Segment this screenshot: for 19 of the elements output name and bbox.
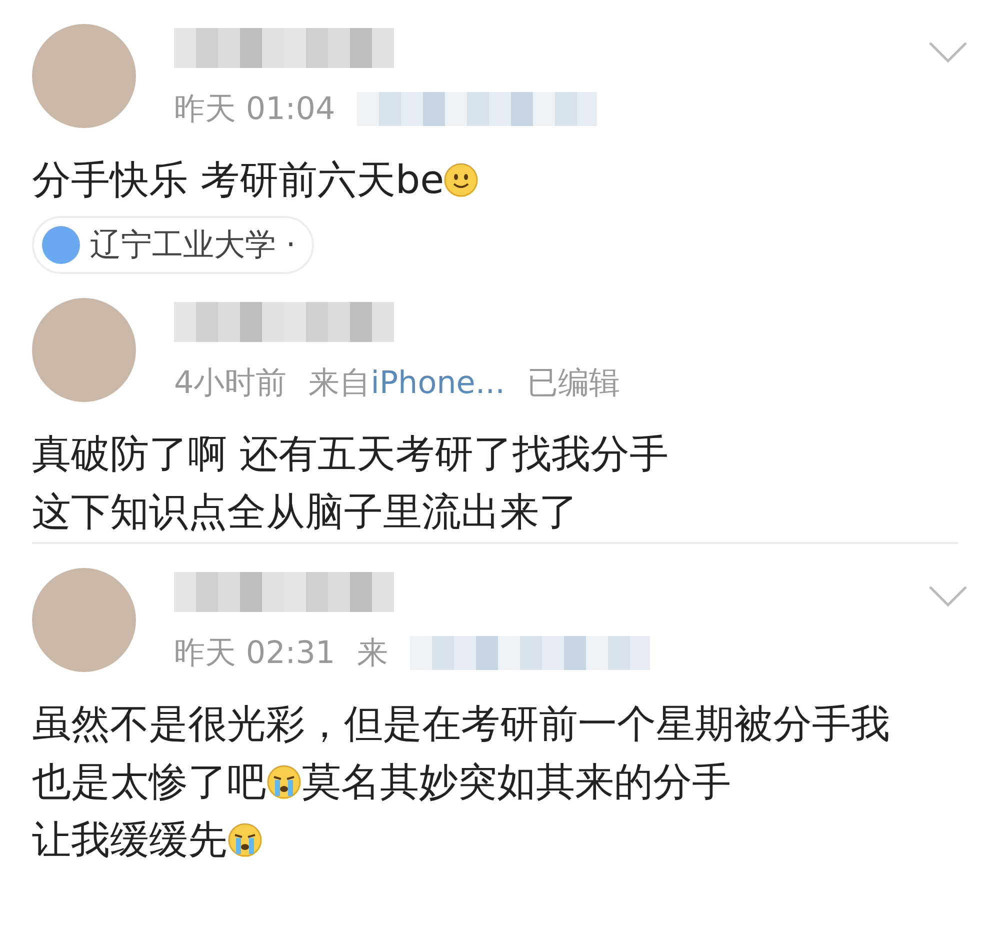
comment-text: 也是太惨了吧 莫名其妙突如其来的分手 xyxy=(32,759,732,807)
crying-emoji-icon xyxy=(266,764,302,800)
chevron-down-icon[interactable] xyxy=(928,584,968,608)
comment-time: 4小时前 xyxy=(174,364,287,403)
chevron-down-icon[interactable] xyxy=(928,40,968,64)
comment-text: 分手快乐 考研前六天be xyxy=(32,152,968,210)
edited-label: 已编辑 xyxy=(526,364,620,403)
location-tag[interactable]: 辽宁工业大学 · xyxy=(32,216,314,274)
comment-time: 昨天 02:31 xyxy=(174,634,336,673)
crying-emoji-icon xyxy=(227,822,263,858)
comment-text: 虽然不是很光彩，但是在考研前一个星期被分手我 xyxy=(32,701,891,749)
comment-text: 这下知识点全从脑子里流出来了 xyxy=(32,489,579,537)
comment-text: 真破防了啊 还有五天考研了找我分手 xyxy=(32,431,670,479)
source-label: 来自 xyxy=(308,365,371,401)
comment-time: 昨天 01:04 xyxy=(174,90,336,129)
smile-emoji-icon xyxy=(444,163,478,197)
comment-text: 让我缓缓先 xyxy=(32,812,968,870)
source-link[interactable]: iPhone... xyxy=(370,365,505,401)
source-label: 来 xyxy=(357,635,388,671)
